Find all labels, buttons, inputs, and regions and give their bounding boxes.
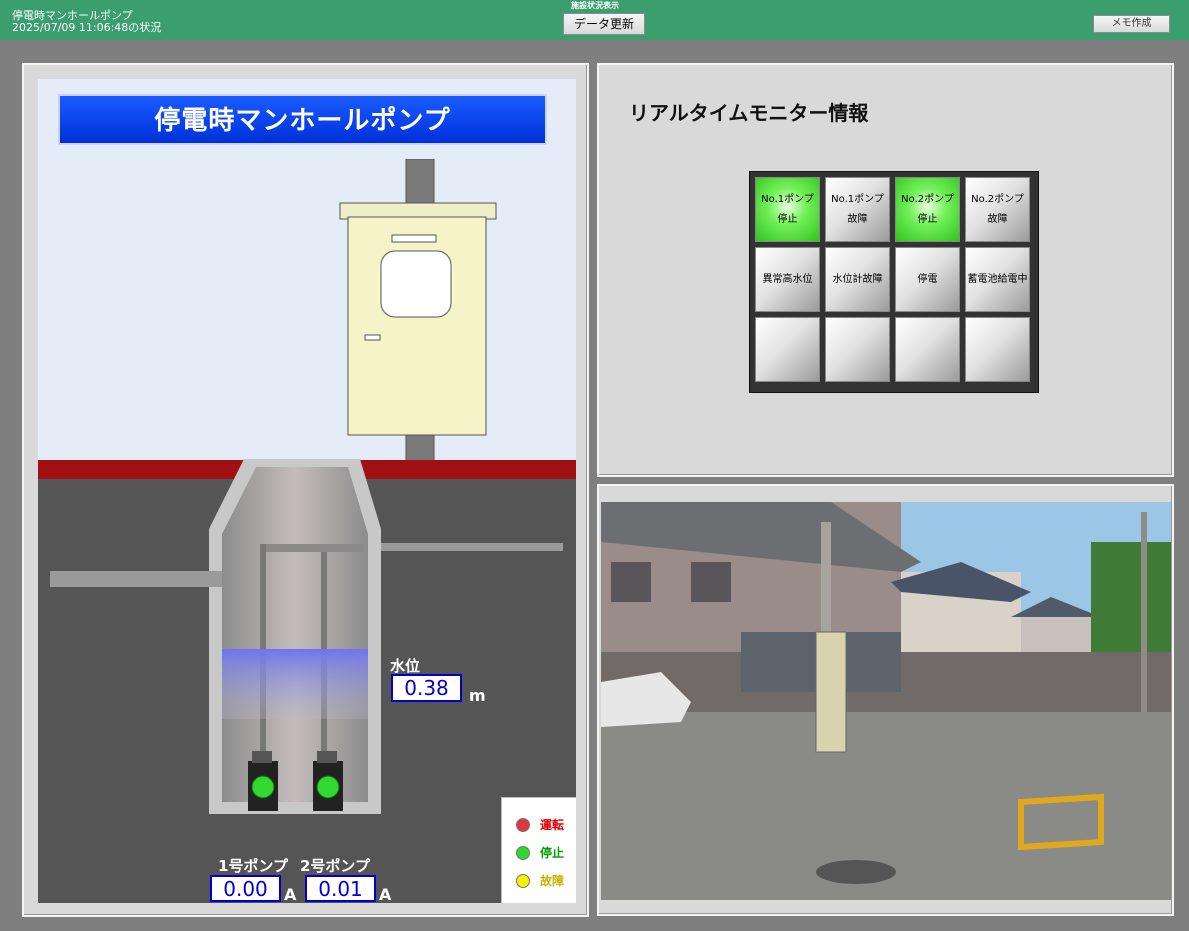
pump1-current-unit: A: [284, 885, 297, 903]
water-level-label: 水位: [390, 657, 421, 675]
status-cell-text: 異常高水位: [763, 270, 813, 290]
status-cell-line1: 蓄電池給電中: [967, 273, 1028, 285]
green-lamp-icon: [516, 846, 530, 860]
status-cell-line1: 水位計故障: [832, 273, 883, 285]
control-cabinet-illustration: [339, 159, 497, 469]
create-memo-button[interactable]: メモ作成: [1093, 15, 1170, 33]
status-cell: [965, 317, 1030, 382]
pump2-label: 2号ポンプ: [300, 857, 370, 875]
status-cell: 蓄電池給電中: [965, 247, 1030, 312]
red-lamp-icon: [516, 818, 530, 832]
status-cell-line1: 停電: [917, 273, 938, 285]
status-cell: No.1ポンプ 故障: [825, 177, 890, 242]
monitor-title: リアルタイムモニター情報: [629, 101, 869, 125]
status-cell-line2: 故障: [847, 213, 868, 225]
status-timestamp: 2025/07/09 11:06:48の状況: [12, 21, 162, 34]
status-cell: [755, 317, 820, 382]
pump2-current-value: 0.01: [305, 875, 376, 902]
pump-diagram: 停電時マンホールポンプ 水位 0.38 m 1号ポンプ 2号ポンプ 0.00 A…: [38, 79, 576, 903]
legend-item-stopped: 停止: [516, 845, 576, 863]
status-legend: 運転 停止 故障: [501, 797, 576, 903]
status-cell: No.2ポンプ 停止: [895, 177, 960, 242]
page-caption: 施設状況表示: [571, 1, 619, 10]
status-cell: 停電: [895, 247, 960, 312]
legend-item-fault: 故障: [516, 873, 576, 891]
diagram-title: 停電時マンホールポンプ: [58, 94, 547, 145]
legend-label: 運転: [540, 818, 565, 832]
legend-item-running: 運転: [516, 817, 576, 835]
legend-label: 故障: [540, 874, 565, 888]
status-cell: 異常高水位: [755, 247, 820, 312]
site-photo: [601, 502, 1171, 900]
status-cell: 水位計故障: [825, 247, 890, 312]
status-cell-line1: 異常高水位: [762, 273, 813, 285]
top-bar: 停電時マンホールポンプ 2025/07/09 11:06:48の状況 施設状況表…: [0, 0, 1189, 40]
status-cell-line2: 停止: [917, 213, 938, 225]
status-cell: [895, 317, 960, 382]
water-level-value: 0.38: [391, 674, 462, 702]
status-cell-line1: No.2ポンプ: [901, 193, 954, 205]
status-cell-line1: No.1ポンプ: [761, 193, 814, 205]
legend-label: 停止: [540, 846, 565, 860]
site-photo-panel: [597, 484, 1174, 916]
pump1-label: 1号ポンプ: [218, 857, 288, 875]
status-cell-text: No.2ポンプ 故障: [971, 190, 1024, 230]
status-cell-text: 蓄電池給電中: [968, 270, 1028, 290]
status-cell-text: 停電: [918, 270, 938, 290]
status-cell-line2: 停止: [777, 213, 798, 225]
pump2-current-unit: A: [379, 885, 392, 903]
status-grid: No.1ポンプ 停止 No.1ポンプ 故障 No.2ポンプ 停止 No.2ポンプ 故障 異常高水…: [749, 171, 1039, 393]
refresh-data-button[interactable]: データ更新: [563, 13, 645, 35]
status-cell-text: No.2ポンプ 停止: [901, 190, 954, 230]
status-cell: No.2ポンプ 故障: [965, 177, 1030, 242]
pump-diagram-panel: 停電時マンホールポンプ 水位 0.38 m 1号ポンプ 2号ポンプ 0.00 A…: [22, 63, 589, 917]
manhole-illustration: [50, 459, 563, 814]
status-cell: No.1ポンプ 停止: [755, 177, 820, 242]
realtime-monitor-panel: リアルタイムモニター情報 No.1ポンプ 停止 No.1ポンプ 故障 No.2ポンプ 停止…: [597, 63, 1174, 477]
status-cell-line1: No.1ポンプ: [831, 193, 884, 205]
status-cell-text: No.1ポンプ 故障: [831, 190, 884, 230]
status-cell-line2: 故障: [987, 213, 1008, 225]
status-cell-text: No.1ポンプ 停止: [761, 190, 814, 230]
yellow-lamp-icon: [516, 874, 530, 888]
pump1-current-value: 0.00: [210, 875, 281, 902]
status-cell-text: 水位計故障: [833, 270, 883, 290]
status-cell-line1: No.2ポンプ: [971, 193, 1024, 205]
water-level-unit: m: [469, 686, 486, 705]
status-cell: [825, 317, 890, 382]
